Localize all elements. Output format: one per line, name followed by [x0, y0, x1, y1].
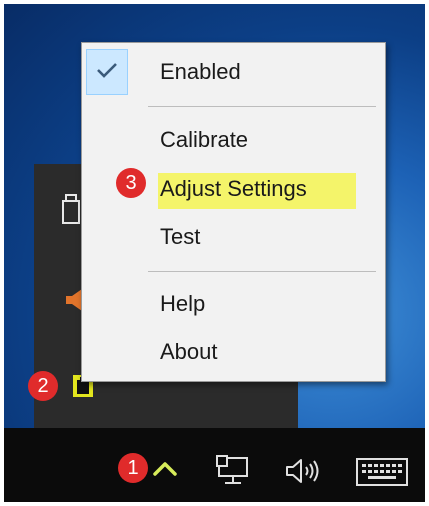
menu-separator	[148, 106, 376, 107]
menu-item-help[interactable]: Help	[160, 290, 205, 318]
usb-drive-icon[interactable]	[62, 194, 80, 224]
checkmark-icon	[96, 61, 118, 84]
volume-icon[interactable]	[284, 456, 320, 486]
menu-item-about[interactable]: About	[160, 338, 218, 366]
taskbar	[4, 428, 425, 502]
menu-item-test[interactable]: Test	[160, 223, 200, 251]
step-badge-1: 1	[118, 453, 148, 483]
enabled-check-indicator	[86, 49, 128, 95]
desktop-screen: Enabled Calibrate Adjust Settings Test H…	[4, 4, 425, 502]
step-badge-2: 2	[28, 371, 58, 401]
menu-item-enabled[interactable]: Enabled	[160, 58, 241, 86]
keyboard-icon[interactable]	[356, 458, 408, 486]
step-badge-3: 3	[116, 168, 146, 198]
menu-item-calibrate[interactable]: Calibrate	[160, 126, 248, 154]
network-icon[interactable]	[216, 454, 252, 488]
chevron-up-icon[interactable]	[149, 456, 181, 480]
menu-separator	[148, 271, 376, 272]
context-menu: Enabled Calibrate Adjust Settings Test H…	[81, 42, 386, 382]
menu-item-adjust-settings[interactable]: Adjust Settings	[160, 175, 307, 203]
